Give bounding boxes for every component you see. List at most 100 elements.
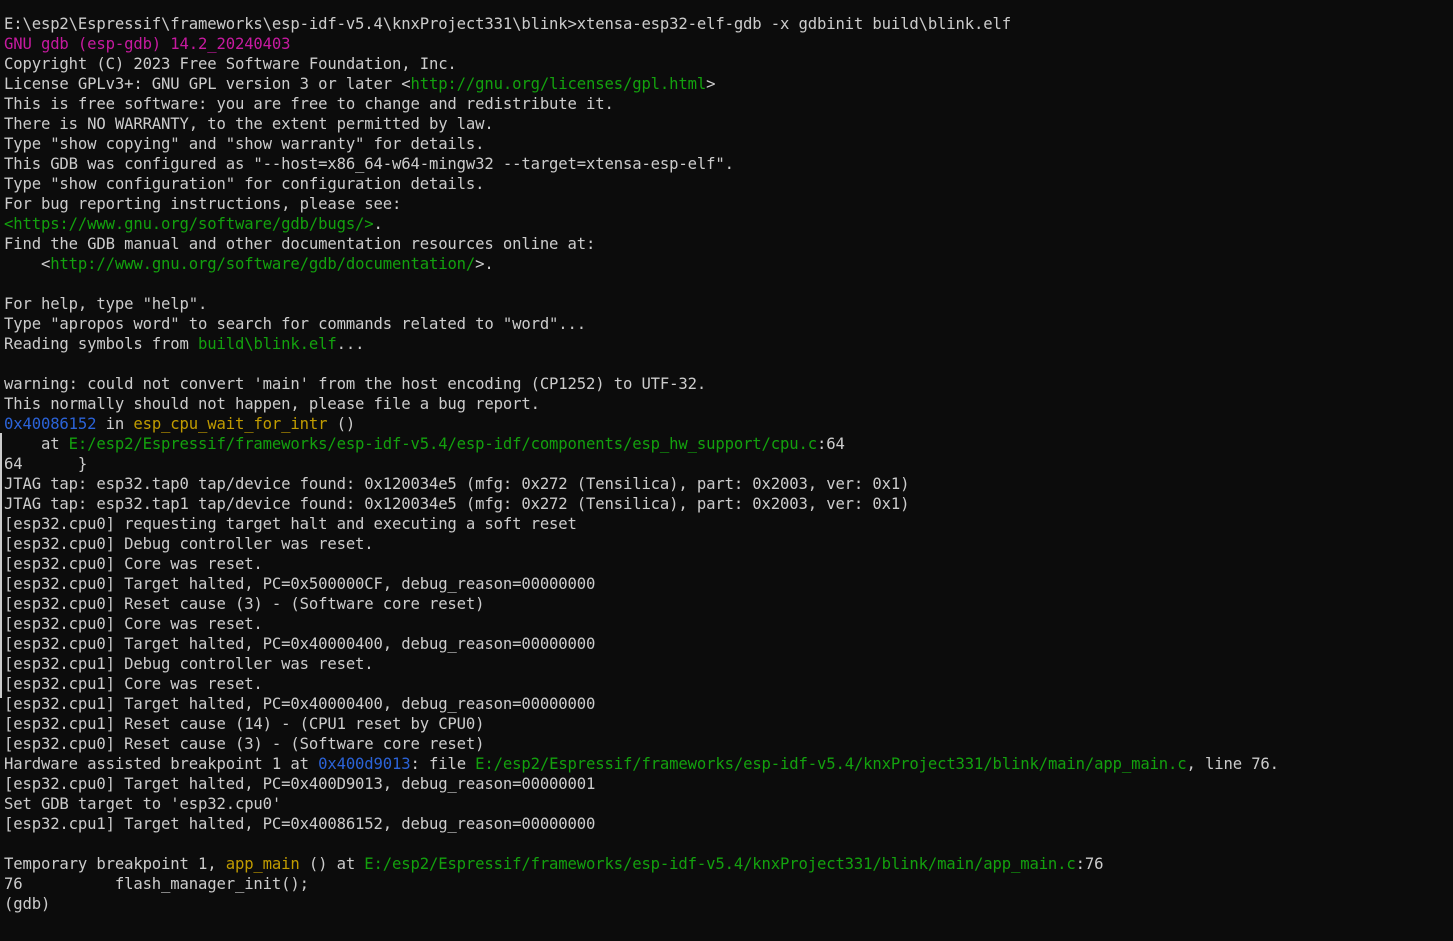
terminal-link[interactable]: <https://www.gnu.org/software/gdb/bugs/> bbox=[4, 215, 374, 233]
terminal-output: E:\esp2\Espressif\frameworks\esp-idf-v5.… bbox=[4, 14, 1453, 914]
terminal-text: [esp32.cpu1] Debug controller was reset. bbox=[4, 655, 374, 673]
terminal-text: 0x400d9013 bbox=[318, 755, 411, 773]
terminal-text: () bbox=[327, 415, 356, 433]
terminal-text: () at bbox=[299, 855, 365, 873]
terminal-line: JTAG tap: esp32.tap1 tap/device found: 0… bbox=[4, 494, 1453, 514]
terminal-line: This normally should not happen, please … bbox=[4, 394, 1453, 414]
terminal-text: Type "apropos word" to search for comman… bbox=[4, 315, 587, 333]
selection-bar bbox=[0, 433, 2, 698]
terminal-text: [esp32.cpu0] requesting target halt and … bbox=[4, 515, 577, 533]
terminal-line: [esp32.cpu1] Core was reset. bbox=[4, 674, 1453, 694]
terminal-line: GNU gdb (esp-gdb) 14.2_20240403 bbox=[4, 34, 1453, 54]
terminal-line: <http://www.gnu.org/software/gdb/documen… bbox=[4, 254, 1453, 274]
terminal-text: (gdb) bbox=[4, 895, 51, 913]
terminal-line: 76 flash_manager_init(); bbox=[4, 874, 1453, 894]
terminal-text: [esp32.cpu0] Target halted, PC=0x400D901… bbox=[4, 775, 596, 793]
terminal-line: [esp32.cpu0] Target halted, PC=0x400D901… bbox=[4, 774, 1453, 794]
terminal-line: [esp32.cpu1] Target halted, PC=0x4000040… bbox=[4, 694, 1453, 714]
terminal-text: app_main bbox=[225, 855, 300, 873]
terminal-text: E:/esp2/Espressif/frameworks/esp-idf-v5.… bbox=[364, 855, 1076, 873]
terminal-text: Set GDB target to 'esp32.cpu0' bbox=[4, 795, 282, 813]
terminal-line: [esp32.cpu0] Core was reset. bbox=[4, 554, 1453, 574]
terminal-line: There is NO WARRANTY, to the extent perm… bbox=[4, 114, 1453, 134]
terminal-line: [esp32.cpu1] Debug controller was reset. bbox=[4, 654, 1453, 674]
terminal-text: JTAG tap: esp32.tap1 tap/device found: 0… bbox=[4, 495, 910, 513]
terminal-text: E:/esp2/Espressif/frameworks/esp-idf-v5.… bbox=[68, 435, 817, 453]
terminal-text: [esp32.cpu0] Core was reset. bbox=[4, 615, 263, 633]
terminal-text: JTAG tap: esp32.tap0 tap/device found: 0… bbox=[4, 475, 910, 493]
terminal-text: >. bbox=[475, 255, 494, 273]
terminal-text: [esp32.cpu0] Target halted, PC=0x500000C… bbox=[4, 575, 596, 593]
terminal-text: For bug reporting instructions, please s… bbox=[4, 195, 402, 213]
terminal-text: Reading symbols from bbox=[4, 335, 199, 353]
terminal-line: [esp32.cpu0] requesting target halt and … bbox=[4, 514, 1453, 534]
terminal-text: E:\esp2\Espressif\frameworks\esp-idf-v5.… bbox=[4, 15, 1011, 33]
terminal-line: This GDB was configured as "--host=x86_6… bbox=[4, 154, 1453, 174]
terminal-line: This is free software: you are free to c… bbox=[4, 94, 1453, 114]
terminal-text: 64 } bbox=[4, 455, 88, 473]
terminal-text: , line 76. bbox=[1186, 755, 1280, 773]
terminal-line: Copyright (C) 2023 Free Software Foundat… bbox=[4, 54, 1453, 74]
terminal-text: warning: could not convert 'main' from t… bbox=[4, 375, 707, 393]
terminal-text: [esp32.cpu1] Reset cause (14) - (CPU1 re… bbox=[4, 715, 485, 733]
terminal-text: . bbox=[373, 215, 383, 233]
terminal-text: in bbox=[96, 415, 134, 433]
terminal-text: Type "show copying" and "show warranty" … bbox=[4, 135, 485, 153]
terminal-text: 76 flash_manager_init(); bbox=[4, 875, 309, 893]
terminal-line: For help, type "help". bbox=[4, 294, 1453, 314]
terminal-text: Find the GDB manual and other documentat… bbox=[4, 235, 596, 253]
terminal-link[interactable]: http://www.gnu.org/software/gdb/document… bbox=[50, 255, 475, 273]
terminal-line: For bug reporting instructions, please s… bbox=[4, 194, 1453, 214]
terminal-text: [esp32.cpu0] Target halted, PC=0x4000040… bbox=[4, 635, 596, 653]
terminal-line: [esp32.cpu1] Target halted, PC=0x4008615… bbox=[4, 814, 1453, 834]
terminal-line: Find the GDB manual and other documentat… bbox=[4, 234, 1453, 254]
terminal-window[interactable]: E:\esp2\Espressif\frameworks\esp-idf-v5.… bbox=[0, 0, 1453, 941]
terminal-text: There is NO WARRANTY, to the extent perm… bbox=[4, 115, 494, 133]
terminal-line: [esp32.cpu0] Core was reset. bbox=[4, 614, 1453, 634]
terminal-text: Hardware assisted breakpoint 1 at bbox=[4, 755, 319, 773]
terminal-line: License GPLv3+: GNU GPL version 3 or lat… bbox=[4, 74, 1453, 94]
terminal-line: [esp32.cpu0] Target halted, PC=0x4000040… bbox=[4, 634, 1453, 654]
terminal-text: GNU gdb (esp-gdb) 14.2_20240403 bbox=[4, 35, 291, 53]
terminal-line: Temporary breakpoint 1, app_main () at E… bbox=[4, 854, 1453, 874]
terminal-text: > bbox=[706, 75, 716, 93]
terminal-text: For help, type "help". bbox=[4, 295, 208, 313]
terminal-line: Type "show copying" and "show warranty" … bbox=[4, 134, 1453, 154]
terminal-line: at E:/esp2/Espressif/frameworks/esp-idf-… bbox=[4, 434, 1453, 454]
terminal-line: 64 } bbox=[4, 454, 1453, 474]
terminal-line: [esp32.cpu0] Reset cause (3) - (Software… bbox=[4, 594, 1453, 614]
terminal-text: Temporary breakpoint 1, bbox=[4, 855, 226, 873]
terminal-text: [esp32.cpu0] Debug controller was reset. bbox=[4, 535, 374, 553]
terminal-text: : file bbox=[410, 755, 476, 773]
terminal-text: Type "show configuration" for configurat… bbox=[4, 175, 485, 193]
terminal-text: [esp32.cpu0] Reset cause (3) - (Software… bbox=[4, 735, 485, 753]
terminal-text: License GPLv3+: GNU GPL version 3 or lat… bbox=[4, 75, 411, 93]
terminal-line: Reading symbols from build\blink.elf... bbox=[4, 334, 1453, 354]
terminal-line: (gdb) bbox=[4, 894, 1453, 914]
terminal-line: Type "show configuration" for configurat… bbox=[4, 174, 1453, 194]
terminal-text: Copyright (C) 2023 Free Software Foundat… bbox=[4, 55, 457, 73]
terminal-text: [esp32.cpu1] Target halted, PC=0x4000040… bbox=[4, 695, 596, 713]
terminal-text: :76 bbox=[1075, 855, 1104, 873]
terminal-text: at bbox=[4, 435, 69, 453]
terminal-text: This is free software: you are free to c… bbox=[4, 95, 614, 113]
terminal-link[interactable]: http://gnu.org/licenses/gpl.html bbox=[410, 75, 706, 93]
terminal-text: [esp32.cpu1] Target halted, PC=0x4008615… bbox=[4, 815, 596, 833]
terminal-line: [esp32.cpu0] Target halted, PC=0x500000C… bbox=[4, 574, 1453, 594]
terminal-line: 0x40086152 in esp_cpu_wait_for_intr () bbox=[4, 414, 1453, 434]
terminal-line: E:\esp2\Espressif\frameworks\esp-idf-v5.… bbox=[4, 14, 1453, 34]
terminal-line: warning: could not convert 'main' from t… bbox=[4, 374, 1453, 394]
terminal-text: build\blink.elf bbox=[198, 335, 337, 353]
terminal-line: [esp32.cpu0] Debug controller was reset. bbox=[4, 534, 1453, 554]
terminal-line: JTAG tap: esp32.tap0 tap/device found: 0… bbox=[4, 474, 1453, 494]
terminal-line: [esp32.cpu1] Reset cause (14) - (CPU1 re… bbox=[4, 714, 1453, 734]
terminal-line: [esp32.cpu0] Reset cause (3) - (Software… bbox=[4, 734, 1453, 754]
terminal-text: [esp32.cpu1] Core was reset. bbox=[4, 675, 263, 693]
terminal-line: Set GDB target to 'esp32.cpu0' bbox=[4, 794, 1453, 814]
terminal-line: Hardware assisted breakpoint 1 at 0x400d… bbox=[4, 754, 1453, 774]
terminal-text: 0x40086152 bbox=[4, 415, 97, 433]
terminal-text: esp_cpu_wait_for_intr bbox=[133, 415, 328, 433]
